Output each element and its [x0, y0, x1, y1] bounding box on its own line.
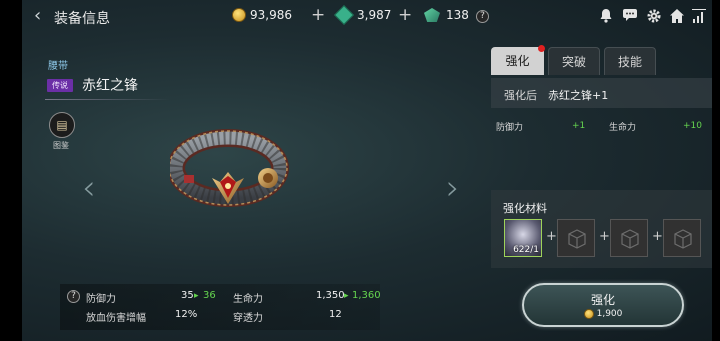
- next-item-arrow-icon[interactable]: ›: [446, 168, 460, 208]
- cube-icon: [621, 229, 639, 249]
- tab-breakthrough[interactable]: 突破: [548, 47, 600, 75]
- stat-upgrade-value: 1,360: [352, 290, 381, 301]
- tab-skill[interactable]: 技能: [604, 47, 656, 75]
- stat-label: 生命力: [233, 294, 263, 305]
- stat-upgrade-arrow-icon: ▸: [344, 291, 349, 301]
- stat-upgrade-value: 36: [203, 290, 216, 301]
- rarity-badge: 传说: [47, 79, 73, 92]
- gold-currency: 93,986: [232, 8, 292, 22]
- add-gold-icon[interactable]: +: [311, 5, 325, 25]
- prev-item-arrow-icon[interactable]: ‹: [82, 168, 96, 208]
- token-amount: 138: [446, 8, 469, 22]
- top-bar: ‹ 装备信息 93,986 + 3,987 + 138 ?: [22, 0, 712, 34]
- belt-item-image: [170, 129, 289, 207]
- stat-label: 防御力: [86, 294, 116, 305]
- stat-value: 1,350: [316, 290, 345, 301]
- screen-edge-right: [712, 0, 720, 341]
- gem-icon: [334, 5, 354, 25]
- gear-icon[interactable]: [646, 8, 662, 24]
- plus-icon: +: [546, 229, 557, 244]
- after-enhance-label: 强化后: [504, 89, 537, 102]
- token-icon: [424, 8, 440, 22]
- stat-upgrade-arrow-icon: ▸: [194, 291, 199, 301]
- bonus-value: +10: [683, 121, 702, 131]
- signal-icon: [691, 8, 707, 24]
- back-arrow-icon[interactable]: ‹: [34, 7, 41, 25]
- divider: [45, 99, 170, 100]
- stat-label: 放血伤害增幅: [86, 313, 146, 324]
- item-category: 腰带: [48, 61, 68, 72]
- codex-icon[interactable]: ▤: [49, 112, 75, 138]
- stat-label: 穿透力: [233, 313, 263, 324]
- tab-enhance[interactable]: 强化: [491, 47, 544, 75]
- material-slot-empty[interactable]: [557, 219, 595, 257]
- gem-currency: 3,987: [334, 5, 392, 25]
- gem-amount: 3,987: [357, 8, 392, 22]
- home-icon[interactable]: [669, 8, 685, 24]
- enhance-button[interactable]: 强化 1,900: [522, 283, 684, 327]
- material-count: 622/1: [513, 245, 539, 255]
- material-slot-empty[interactable]: [610, 219, 648, 257]
- bonus-value: +1: [572, 121, 586, 131]
- add-gem-icon[interactable]: +: [398, 5, 412, 25]
- enhance-cost: 1,900: [524, 309, 682, 319]
- stat-value: 12%: [175, 309, 198, 320]
- notification-dot: [538, 45, 545, 52]
- enhance-button-label: 强化: [590, 293, 615, 307]
- plus-icon: +: [652, 229, 663, 244]
- enhance-cost-value: 1,900: [596, 309, 623, 319]
- cube-icon: [568, 229, 586, 249]
- codex-label: 图鉴: [53, 141, 69, 150]
- screen-edge-left: [0, 0, 22, 341]
- plus-icon: +: [599, 229, 610, 244]
- page-title: 装备信息: [54, 11, 110, 27]
- after-enhance-name: 赤红之锋+1: [548, 89, 609, 102]
- stats-help-icon[interactable]: ?: [67, 290, 80, 303]
- bonus-label: 防御力: [496, 123, 524, 133]
- item-name: 赤红之锋: [82, 78, 138, 94]
- material-slot-empty[interactable]: [663, 219, 701, 257]
- stat-value: 12: [329, 309, 342, 320]
- currency-help-icon[interactable]: ?: [476, 10, 489, 23]
- materials-title: 强化材料: [503, 202, 547, 215]
- gold-amount: 93,986: [250, 8, 292, 22]
- gold-coin-icon: [232, 8, 246, 22]
- bonus-label: 生命力: [609, 123, 637, 133]
- token-currency: 138: [424, 8, 469, 22]
- bell-icon[interactable]: [598, 8, 614, 24]
- cube-icon: [674, 229, 692, 249]
- chat-icon[interactable]: [622, 8, 638, 24]
- stat-value: 35: [181, 290, 194, 301]
- gold-coin-icon: [583, 309, 594, 319]
- material-slot-filled[interactable]: 622/1: [504, 219, 542, 257]
